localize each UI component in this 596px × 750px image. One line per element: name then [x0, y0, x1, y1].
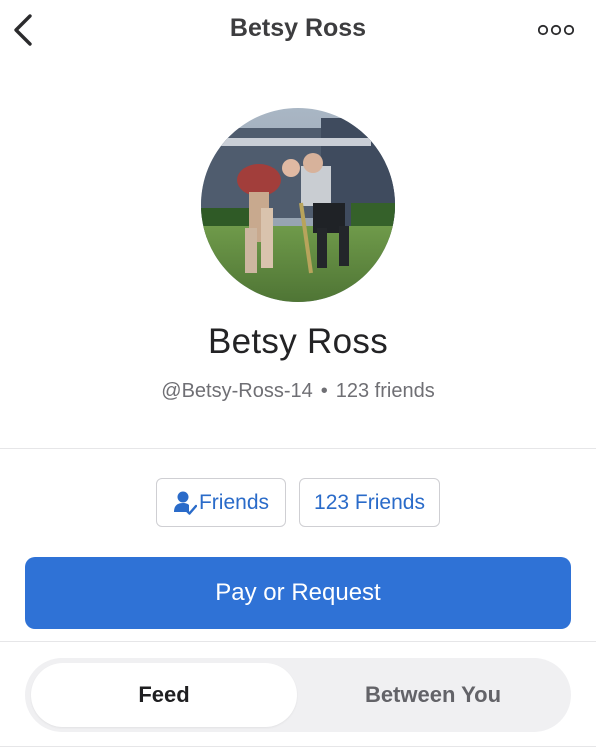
avatar-photo: [201, 108, 395, 302]
tab-between-you[interactable]: Between You: [301, 663, 565, 727]
profile-display-name: Betsy Ross: [208, 322, 388, 361]
pay-or-request-label: Pay or Request: [215, 579, 381, 606]
pay-or-request-button[interactable]: Pay or Request: [25, 557, 571, 629]
friend-status-label: Friends: [198, 490, 270, 514]
top-nav-bar: Betsy Ross: [0, 0, 596, 64]
page-title: Betsy Ross: [229, 14, 367, 42]
person-check-icon: [173, 491, 197, 515]
friends-count-link[interactable]: 123 friends: [336, 380, 435, 402]
friends-list-button[interactable]: 123 Friends: [299, 478, 440, 527]
more-horizontal-icon: [537, 24, 575, 36]
friends-list-label: 123 Friends: [314, 490, 425, 514]
friend-status-button[interactable]: Friends: [156, 478, 286, 527]
more-options-button[interactable]: [537, 22, 575, 38]
profile-page: Betsy Ross Betsy Ross @Betsy-Ross-14 • 1…: [0, 0, 596, 750]
feed-tabs: Feed Between You: [25, 658, 571, 732]
profile-avatar[interactable]: [201, 108, 395, 302]
username: @Betsy-Ross-14: [161, 380, 313, 402]
tab-feed[interactable]: Feed: [31, 663, 297, 727]
section-divider: [0, 746, 596, 747]
meta-separator: •: [320, 380, 328, 402]
section-divider: [0, 448, 596, 449]
profile-meta: @Betsy-Ross-14 • 123 friends: [0, 380, 596, 403]
section-divider: [0, 641, 596, 642]
